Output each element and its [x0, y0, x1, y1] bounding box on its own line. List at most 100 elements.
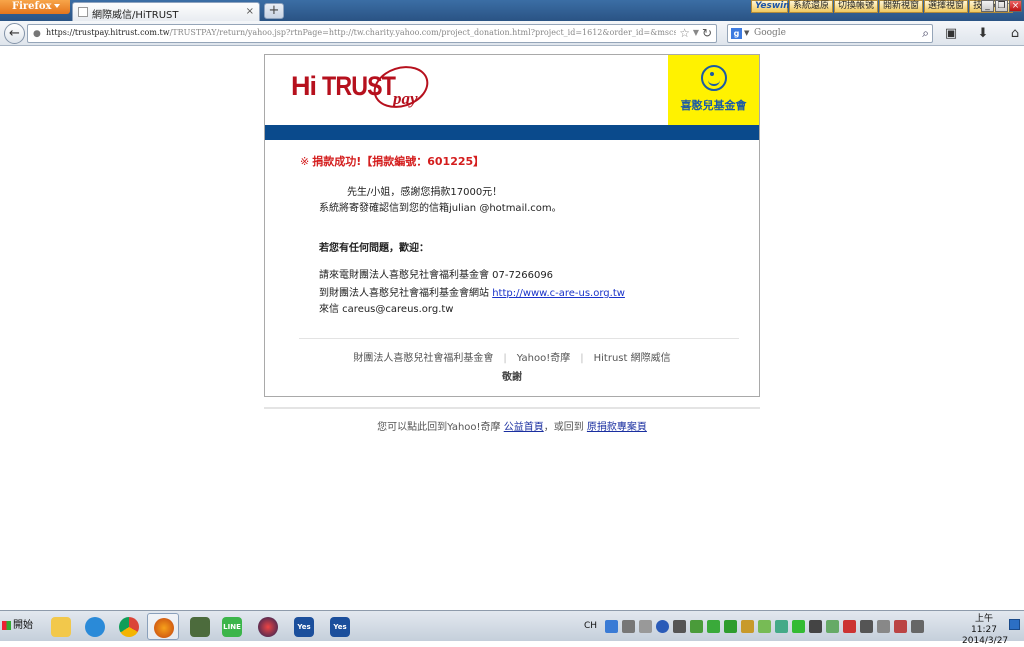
bookmark-switch-account[interactable]: 切換帳號	[834, 0, 879, 13]
bookmark-new-window[interactable]: 開新視窗	[879, 0, 924, 13]
yeswin-label: Yes	[333, 623, 347, 631]
windows-logo-icon	[2, 620, 11, 630]
search-icon[interactable]: ⌕	[922, 26, 929, 41]
firefox-menu-label: Firefox	[12, 1, 52, 12]
new-tab-button[interactable]: +	[264, 3, 284, 19]
tray-network-icon[interactable]	[894, 619, 908, 633]
firefox-menu-button[interactable]: Firefox	[0, 0, 70, 14]
contact-website-label: 到財團法人喜憨兒社會福利基金會網站	[319, 288, 493, 299]
url-text[interactable]: https://trustpay.hitrust.com.tw/TRUSTPAY…	[46, 28, 676, 37]
search-bar[interactable]: g ▼ Google ⌕	[727, 24, 933, 43]
yeswin-label: Yes	[297, 623, 311, 631]
folder-icon	[51, 617, 71, 637]
footer-org-careus: 財團法人喜憨兒社會福利基金會	[353, 353, 494, 364]
contact-phone: 請來電財團法人喜憨兒社會福利基金會 07-7266096	[319, 270, 554, 281]
taskbar-app-stock[interactable]	[184, 613, 216, 640]
reference-mark-icon: ※	[300, 155, 310, 168]
bookmark-system-restore[interactable]: 系統還原	[789, 0, 834, 13]
home-icon[interactable]: ⌂	[1004, 25, 1024, 42]
window-controls: _ ❐ ×	[980, 0, 1022, 12]
lock-icon: ●	[33, 29, 41, 39]
footer-separator: |	[503, 353, 507, 364]
url-dropdown-icon[interactable]: ▼	[693, 28, 699, 37]
tray-app-icon[interactable]	[860, 619, 874, 633]
tray-app-icon[interactable]	[826, 619, 840, 633]
ime-mode-icon[interactable]	[605, 619, 619, 633]
browser-titlebar: Firefox 網際威信/HiTRUST × + Yeswin 系統還原 切換帳…	[0, 0, 1024, 21]
download-icon[interactable]: ⬇	[972, 25, 994, 42]
chevron-down-icon[interactable]: ▼	[744, 29, 749, 37]
bookmark-select-window[interactable]: 選擇視窗	[924, 0, 969, 13]
tray-antivirus-icon[interactable]	[843, 619, 857, 633]
chevron-down-icon	[54, 4, 60, 8]
taskbar-app-yeswin[interactable]: Yes	[288, 613, 320, 640]
tray-app-icon[interactable]	[707, 619, 721, 633]
tray-app-icon[interactable]	[792, 619, 806, 633]
return-links: 您可以點此回到Yahoo!奇摩 公益首頁，或回到 原捐款專案頁	[264, 418, 760, 433]
taskbar-app-line[interactable]: LINE	[216, 613, 248, 640]
browser-tab[interactable]: 網際威信/HiTRUST ×	[72, 2, 260, 21]
taskbar-app-yeswin-2[interactable]: Yes	[324, 613, 356, 640]
address-bar[interactable]: ● https://trustpay.hitrust.com.tw/TRUSTP…	[27, 24, 717, 43]
reload-icon[interactable]: ↻	[702, 26, 712, 40]
internet-explorer-icon	[85, 617, 105, 637]
search-placeholder[interactable]: Google	[754, 28, 786, 38]
tray-arrow-icon[interactable]	[673, 619, 687, 633]
tray-volume-icon[interactable]	[911, 619, 925, 633]
show-desktop-button[interactable]	[1009, 619, 1020, 630]
bookmark-toolbar: Yeswin 系統還原 切換帳號 開新視窗 選擇視窗 技術分析	[751, 0, 1014, 13]
taskbar-app-hitrust[interactable]	[252, 613, 284, 640]
back-button[interactable]: ←	[4, 23, 25, 44]
original-project-link[interactable]: 原捐款專案頁	[587, 422, 647, 433]
windows-taskbar: 開始 LINE Yes Yes CH 上午 11:27 2014/3/27	[0, 610, 1024, 646]
charity-home-link[interactable]: 公益首頁	[504, 422, 544, 433]
foundation-website-link[interactable]: http://www.c-are-us.org.tw	[492, 288, 625, 299]
minimize-button[interactable]: _	[981, 0, 994, 12]
partner-name: 喜憨兒基金會	[680, 99, 747, 112]
taskbar-app-file-explorer[interactable]	[45, 613, 77, 640]
tray-chat-icon[interactable]	[724, 619, 738, 633]
tray-app-icon[interactable]	[690, 619, 704, 633]
google-engine-icon[interactable]: g	[731, 28, 742, 39]
ime-font-icon[interactable]	[622, 619, 636, 633]
footer-organizations: 財團法人喜憨兒社會福利基金會 | Yahoo!奇摩 | Hitrust 網際威信	[265, 349, 759, 364]
close-window-button[interactable]: ×	[1009, 0, 1022, 12]
tab-close-icon[interactable]: ×	[246, 6, 254, 17]
success-text: 捐款成功!【捐款編號：601225】	[312, 155, 485, 168]
tab-title: 網際威信/HiTRUST	[92, 10, 179, 21]
footer-org-hitrust: Hitrust 網際威信	[593, 353, 671, 364]
restore-button[interactable]: ❐	[995, 0, 1008, 12]
system-clock[interactable]: 上午 11:27 2014/3/27	[962, 614, 1008, 647]
contact-email: 來信 careus@careus.org.tw	[319, 304, 454, 315]
tray-gear-icon[interactable]	[741, 619, 755, 633]
return-middle: ，或回到	[543, 422, 587, 433]
tray-flag-icon[interactable]	[877, 619, 891, 633]
system-tray: CH	[584, 615, 928, 637]
divider	[299, 338, 739, 339]
url-path: /TRUSTPAY/return/yahoo.jsp?rtnPage=http:…	[169, 28, 676, 37]
taskbar-app-firefox[interactable]	[147, 613, 179, 640]
help-icon[interactable]	[656, 619, 670, 633]
page-action-icon[interactable]: ▣	[940, 25, 962, 42]
header-blue-band	[265, 125, 759, 140]
footer-separator: |	[580, 353, 584, 364]
ime-options-icon[interactable]	[639, 619, 653, 633]
nav-extra-buttons: ▣ ⬇ ⌂	[940, 25, 1024, 42]
thanks-message: 先生/小姐，感謝您捐款17000元！	[347, 187, 503, 198]
line-label: LINE	[223, 623, 241, 631]
bookmark-yeswin[interactable]: Yeswin	[751, 0, 790, 13]
start-button[interactable]: 開始	[2, 615, 38, 637]
taskbar-app-internet-explorer[interactable]	[79, 613, 111, 640]
taskbar-app-chrome[interactable]	[113, 613, 145, 640]
regards-text: 敬謝	[502, 372, 522, 383]
bookmark-star-icon[interactable]: ☆	[679, 26, 690, 40]
tray-app-icon[interactable]	[809, 619, 823, 633]
smiley-face-icon	[701, 65, 727, 91]
email-confirmation-note: 系統將寄發確認信到您的信箱julian @hotmail.com。	[319, 203, 562, 214]
tray-app-icon[interactable]	[775, 619, 789, 633]
url-host: https://trustpay.hitrust.com.tw	[46, 28, 170, 37]
footer-org-yahoo: Yahoo!奇摩	[516, 353, 571, 364]
clock-time: 上午 11:27	[971, 614, 997, 635]
ime-indicator[interactable]: CH	[584, 621, 597, 631]
tray-app-icon[interactable]	[758, 619, 772, 633]
